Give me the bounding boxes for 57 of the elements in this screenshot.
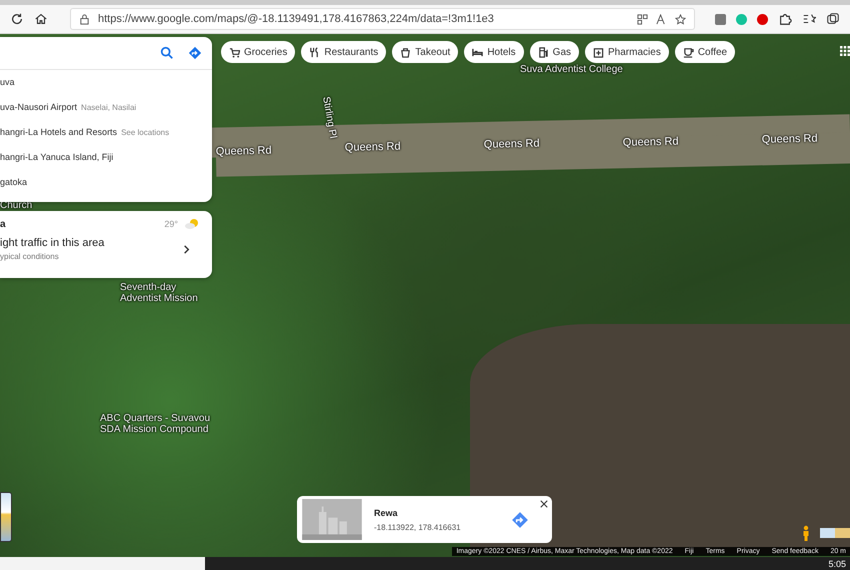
pegman-icon[interactable] [802, 525, 810, 541]
address-bar[interactable]: https://www.google.com/maps/@-18.1139491,178.4167863,224m/data=!3m1!1e3 [70, 8, 695, 30]
coordinates: -18.113922, 178.416631 [374, 522, 462, 532]
extension-icon[interactable] [715, 14, 726, 24]
satellite-map[interactable] [0, 34, 850, 557]
suggestion-item[interactable]: hangri-La Hotels and Resorts See locations [0, 120, 212, 145]
traffic-title: ight traffic in this area [0, 237, 106, 249]
search-icon[interactable] [160, 46, 174, 60]
suggestion-item[interactable]: hangri-La Yanuca Island, Fiji [0, 145, 212, 170]
favorites-icon[interactable] [802, 12, 816, 26]
close-icon[interactable] [540, 500, 548, 508]
place-title: Rewa [374, 508, 399, 518]
puzzle-icon[interactable] [778, 12, 792, 26]
traffic-conditions: ypical conditions [0, 252, 60, 261]
map-label: Suva Adventist College [520, 65, 623, 76]
bag-icon [400, 46, 412, 58]
map-label: Stirling Pl [320, 96, 338, 140]
apps-icon[interactable] [637, 14, 648, 24]
directions-icon[interactable] [511, 510, 529, 528]
read-aloud-icon[interactable] [656, 14, 667, 24]
sun-cloud-icon [184, 218, 200, 230]
home-icon[interactable] [34, 12, 48, 26]
suggestion-item[interactable]: gatoka [0, 170, 212, 195]
category-chip[interactable]: Pharmacies [585, 41, 669, 63]
chevron-right-icon [181, 244, 192, 254]
map-label: Church [0, 201, 32, 212]
temperature: 29° [164, 219, 178, 229]
layers-thumbnail[interactable] [0, 492, 12, 542]
category-chip[interactable]: Coffee [674, 41, 736, 63]
traffic-row[interactable]: ight traffic in this area ypical conditions [0, 237, 212, 261]
imagery-thumbnails[interactable] [820, 528, 850, 538]
pharmacy-icon [593, 46, 604, 58]
clock: 5:05 [828, 558, 846, 568]
category-chip[interactable]: Gas [530, 41, 580, 63]
fork-knife-icon [309, 46, 320, 58]
suggestion-item[interactable]: uva [0, 70, 212, 95]
map-label: ABC Quarters - Suvavou SDA Mission Compound [100, 414, 212, 435]
category-chip[interactable]: Groceries [221, 41, 296, 63]
taskbar-search-field[interactable] [0, 557, 205, 570]
directions-icon[interactable] [188, 46, 202, 60]
cup-icon [682, 46, 694, 58]
bed-icon [472, 46, 484, 58]
category-chip[interactable]: Takeout [392, 41, 458, 63]
fuel-pump-icon [538, 46, 549, 58]
lock-icon [79, 14, 90, 24]
building-placeholder-icon [300, 499, 364, 540]
category-chip[interactable]: Hotels [464, 41, 524, 63]
reload-icon[interactable] [10, 12, 24, 26]
favorite-star-icon[interactable] [675, 14, 686, 24]
grid-icon[interactable] [840, 46, 850, 56]
map-label: Seventh-day Adventist Mission [120, 283, 199, 304]
cart-icon [229, 46, 240, 58]
place-name: a [0, 218, 7, 230]
collections-icon[interactable] [826, 12, 840, 26]
category-chip[interactable]: Restaurants [301, 41, 386, 63]
suggestion-item[interactable]: uva-Nausori Airport Naselai, Nasilai [0, 95, 212, 120]
extension-icon[interactable] [757, 14, 768, 24]
